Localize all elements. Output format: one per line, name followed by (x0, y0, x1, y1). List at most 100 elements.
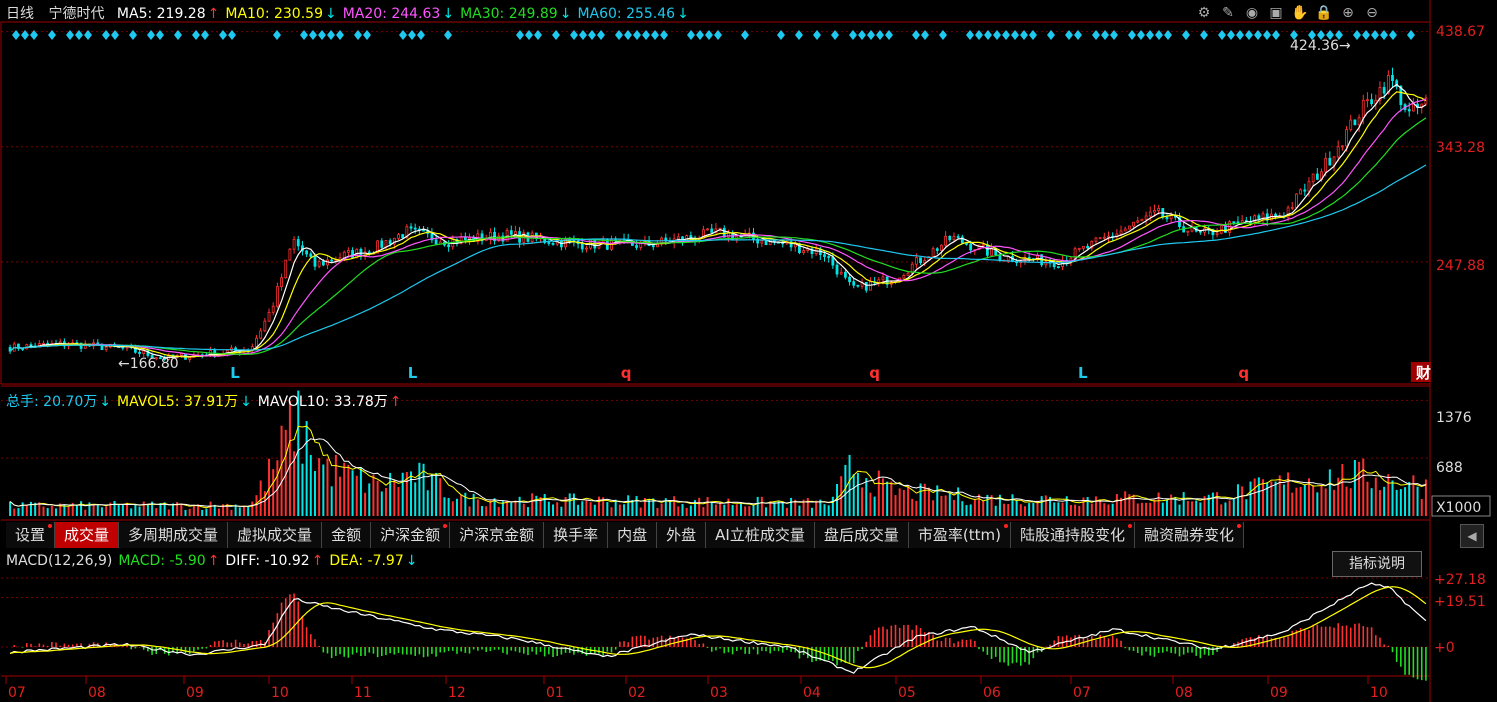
indicator-tab[interactable]: 虚拟成交量 (228, 522, 323, 548)
candle-body (313, 255, 317, 267)
briefcase-icon[interactable]: ▣ (1267, 4, 1285, 22)
candle-body (551, 243, 555, 245)
diamond-marker (273, 30, 281, 40)
volume-bar (309, 455, 312, 516)
volume-bar (798, 505, 801, 516)
volume-bar (781, 501, 784, 516)
indicator-tab[interactable]: 设置 (6, 522, 56, 548)
indicator-tab[interactable]: 沪深京金额 (450, 522, 545, 548)
volume-bar (1412, 475, 1415, 516)
indicator-tab[interactable]: 沪深金额 (371, 522, 451, 548)
volume-bar (347, 464, 350, 516)
indicator-help-button[interactable]: 指标说明 (1332, 551, 1422, 577)
volume-bar (1387, 474, 1390, 516)
volume-bar (217, 508, 220, 516)
price-header: 日线 宁德时代 MA5: 219.28 ↑ MA10: 230.59 ↓ MA20: 2… (6, 3, 695, 23)
volume-bar (940, 495, 943, 516)
candle-body (317, 261, 321, 267)
ma-label: MA30: 249.89 (460, 6, 558, 22)
diamond-marker (1137, 30, 1145, 40)
indicator-tab[interactable]: 市盈率(ttm) (909, 522, 1011, 548)
volume-bar (455, 498, 458, 516)
volume-bar (92, 504, 95, 516)
volume-bar (1345, 486, 1348, 516)
tab-new-dot (1127, 524, 1132, 528)
volume-bar (251, 501, 254, 516)
indicator-tab[interactable]: 陆股通持股变化 (1011, 522, 1135, 548)
ma-line-ma20 (9, 98, 1427, 357)
diamond-marker (1362, 30, 1370, 40)
hand-icon[interactable]: ✋ (1291, 4, 1309, 22)
indicator-tab[interactable]: 盘后成交量 (815, 522, 909, 548)
candle-body (848, 276, 851, 283)
indicator-tab-label: 多周期成交量 (128, 526, 219, 544)
indicator-tab[interactable]: 成交量 (55, 522, 120, 548)
indicator-tab[interactable]: 外盘 (657, 522, 707, 548)
volume-bar (861, 487, 864, 516)
stock-name: 宁德时代 (48, 6, 105, 22)
volume-bar (1236, 484, 1239, 516)
indicator-tab[interactable]: 金额 (322, 522, 372, 548)
ma-arrow: ↓ (559, 6, 572, 22)
indicator-tab-label: 换手率 (553, 526, 599, 544)
candle-body (919, 257, 922, 264)
pen-icon[interactable]: ✎ (1219, 4, 1237, 22)
zoom-out-icon[interactable]: ⊖ (1363, 4, 1381, 22)
macd-tick-label: +27.18 (1434, 572, 1486, 588)
candle-body (914, 257, 918, 265)
volume-bar (1161, 502, 1164, 516)
dea-line (9, 586, 1427, 669)
candle-body (1077, 247, 1081, 250)
diamond-marker (858, 30, 866, 40)
volume-bar (827, 505, 830, 516)
volume-bar (1282, 484, 1285, 516)
candle-body (1349, 119, 1353, 130)
candle-body (1148, 211, 1152, 217)
macd-label: MACD(12,26,9) (6, 553, 113, 569)
gear-icon[interactable]: ⚙ (1195, 4, 1213, 22)
low-price-marker: ←166.80 (118, 356, 179, 372)
volume-bar (485, 506, 488, 516)
indicator-tab[interactable]: 换手率 (544, 522, 609, 548)
stock-chart[interactable]: 424.36→ ←166.80 L Lq q Lq 财 438.67 343.28 247.88 1… (0, 0, 1497, 702)
month-label: 02 (628, 685, 646, 701)
indicator-tab[interactable]: 内盘 (608, 522, 658, 548)
volume-bar (748, 506, 751, 516)
indicator-tab[interactable]: 多周期成交量 (119, 522, 229, 548)
volume-arrow: ↑ (389, 394, 402, 410)
indicator-tab[interactable]: AI立桩成交量 (706, 522, 815, 548)
indicator-tab-label: 外盘 (666, 526, 697, 544)
volume-bar (547, 501, 550, 516)
signal-mark: L (1078, 364, 1088, 382)
price-tick-label: 438.67 (1436, 24, 1485, 40)
volume-bar (1362, 458, 1365, 516)
volume-bar (852, 474, 855, 516)
lock-icon[interactable]: 🔒 (1315, 4, 1333, 22)
volume-bar (201, 509, 204, 516)
candle-body (1307, 181, 1311, 192)
tab-scroll-left-button[interactable]: ◀ (1460, 524, 1484, 548)
volume-bar (1057, 502, 1060, 516)
volume-bar (810, 507, 813, 516)
diamond-marker (984, 30, 992, 40)
candle-body (401, 234, 405, 239)
volume-bar (192, 504, 195, 516)
volume-bar (167, 509, 170, 516)
diamond-marker (1272, 30, 1280, 40)
volume-bar (706, 497, 709, 516)
volume-bar (1266, 482, 1269, 516)
volume-bar (42, 506, 45, 516)
indicator-tab[interactable]: 融资融券变化 (1135, 522, 1244, 548)
volume-bar (585, 499, 588, 516)
volume-bar (1086, 497, 1089, 516)
volume-bar (1186, 500, 1189, 516)
volume-bar (1178, 504, 1181, 516)
candle-body (1315, 173, 1319, 180)
volume-bar (1069, 504, 1072, 516)
eye-icon[interactable]: ◉ (1243, 4, 1261, 22)
candle-body (434, 239, 438, 245)
volume-bar (451, 501, 454, 516)
diamond-marker (867, 30, 875, 40)
zoom-in-icon[interactable]: ⊕ (1339, 4, 1357, 22)
volume-bar (376, 480, 379, 516)
